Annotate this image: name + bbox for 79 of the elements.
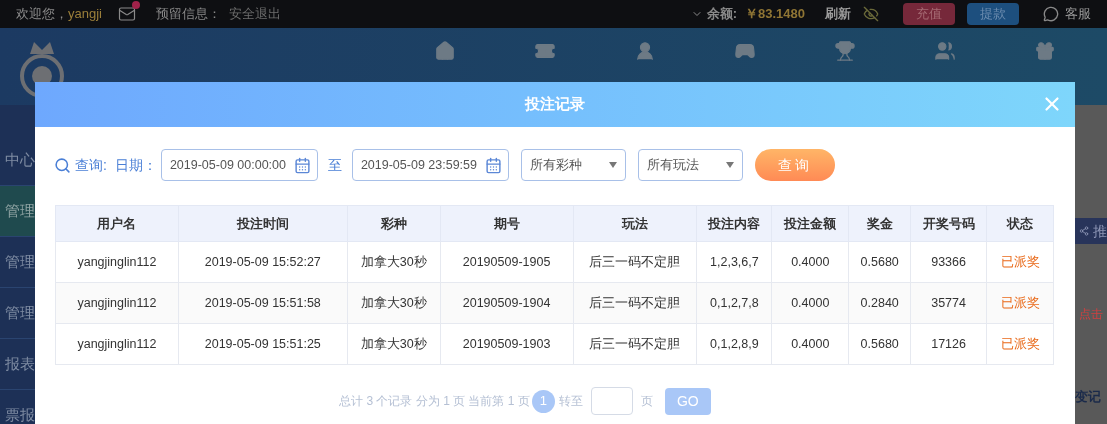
table-cell: 0,1,2,7,8 [696,282,772,324]
table-cell: 后三一码不定胆 [573,323,697,365]
table-cell: 后三一码不定胆 [573,241,697,283]
search-icon [54,156,71,174]
column-header: 用户名 [55,205,179,242]
column-header: 奖金 [848,205,911,242]
table-cell: 2019-05-09 15:52:27 [178,241,348,283]
table-cell: 20190509-1903 [440,323,573,365]
dropdown-arrow-icon [725,162,734,168]
column-header: 玩法 [573,205,697,242]
column-header: 状态 [986,205,1054,242]
table-cell: 加拿大30秒 [347,282,441,324]
page-input[interactable] [590,387,633,415]
calendar-icon[interactable] [293,156,311,174]
column-header: 投注时间 [178,205,348,242]
home-icon[interactable] [434,40,456,62]
column-header: 期号 [440,205,573,242]
table-cell: 1,2,3,6,7 [696,241,772,283]
column-header: 彩种 [347,205,441,242]
table-cell: 0.2840 [848,282,911,324]
table-cell: 93366 [910,241,987,283]
sidebar-item[interactable]: 管理 [0,186,35,237]
query-button[interactable]: 查询 [754,149,835,181]
table-cell: yangjinglin112 [55,241,179,283]
filter-select[interactable]: 所有玩法 [637,149,743,181]
customer-service-link[interactable]: 客服 [1065,4,1091,24]
goto-label: 转至 [558,393,583,410]
query-label: 查询: [75,155,107,175]
reserved-info-label: 预留信息： [155,5,221,24]
record-link[interactable]: 变记 [1075,387,1107,407]
table-cell: 0,1,2,8,9 [696,323,772,365]
date-field[interactable]: 2019-05-09 00:00:00 [160,149,318,181]
balance-label: 余额: [706,5,737,24]
date-field[interactable]: 2019-05-09 23:59:59 [351,149,509,181]
table-cell: 0.4000 [771,241,849,283]
status-cell: 已派奖 [986,282,1054,324]
username: yangji [68,5,102,24]
table-cell: 0.5680 [848,323,911,365]
table-cell: 加拿大30秒 [347,323,441,365]
column-header: 投注内容 [696,205,772,242]
dropdown-arrow-icon [608,162,617,168]
table-cell: 35774 [910,282,987,324]
share-icon[interactable] [1079,225,1089,237]
table-cell: yangjinglin112 [55,323,179,365]
table-cell: 2019-05-09 15:51:25 [178,323,348,365]
column-header: 投注金额 [771,205,849,242]
withdraw-button[interactable]: 提款 [967,3,1019,25]
users-icon[interactable] [934,40,956,62]
table-cell: 2019-05-09 15:51:58 [178,282,348,324]
separator-text: 至 [327,155,342,175]
balance-amount: ￥83.1480 [745,5,805,24]
chat-icon[interactable] [1043,6,1059,22]
pagination-summary: 总计 3 个记录 分为 1 页 当前第 1 页 [339,393,530,410]
table-cell: 加拿大30秒 [347,241,441,283]
table-cell: 0.5680 [848,241,911,283]
table-cell: 0.4000 [771,282,849,324]
deposit-button[interactable]: 充值 [903,3,955,25]
page-unit: 页 [640,393,653,410]
column-header: 开奖号码 [910,205,987,242]
date-label: 日期： [114,155,157,175]
table-cell: 后三一码不定胆 [573,282,697,324]
calendar-icon[interactable] [484,156,502,174]
dialog-title: 投注记录 [525,94,585,115]
status-cell: 已派奖 [986,241,1054,283]
welcome-text: 欢迎您， [16,5,68,24]
table-cell: 0.4000 [771,323,849,365]
refresh-link[interactable]: 刷新 [825,4,851,24]
person-icon[interactable] [634,40,656,62]
table-cell: yangjinglin112 [55,282,179,324]
table-cell: 20190509-1905 [440,241,573,283]
status-cell: 已派奖 [986,323,1054,365]
logout-link[interactable]: 安全退出 [228,4,281,24]
gift-icon[interactable] [1034,40,1056,62]
table-cell: 17126 [910,323,987,365]
eye-off-icon[interactable] [863,6,879,22]
notice-text: 点击 [1078,306,1104,323]
filter-select[interactable]: 所有彩种 [520,149,626,181]
table-cell: 20190509-1904 [440,282,573,324]
trophy-icon[interactable] [834,40,856,62]
